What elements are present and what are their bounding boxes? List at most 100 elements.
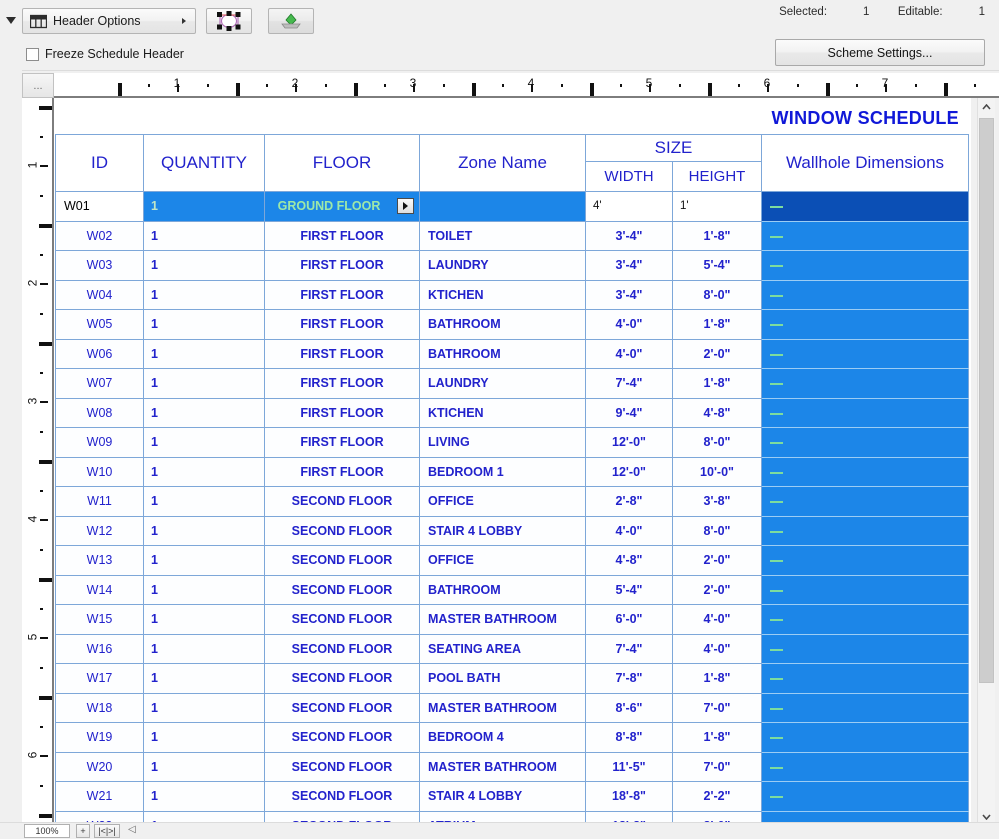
cell-wallhole[interactable]: [761, 515, 970, 546]
cell-id[interactable]: W10: [55, 456, 144, 487]
col-header-size[interactable]: SIZE: [584, 134, 763, 162]
cell-id[interactable]: W11: [55, 486, 144, 517]
cell-width[interactable]: 4'-0": [585, 515, 673, 546]
cell-zone-name[interactable]: TOILET: [419, 220, 586, 251]
cell-height[interactable]: 1'-8": [671, 220, 763, 251]
cell-height[interactable]: 2'-2": [671, 781, 763, 812]
place-object-button[interactable]: [268, 8, 314, 34]
cell-quantity[interactable]: 1: [143, 663, 265, 694]
cell-wallhole[interactable]: [761, 574, 970, 605]
cell-id[interactable]: W21: [55, 781, 144, 812]
cell-height[interactable]: 1'-8": [671, 368, 763, 399]
cell-height[interactable]: 1': [671, 191, 763, 222]
cell-zone-name[interactable]: LAUNDRY: [419, 250, 586, 281]
horizontal-scrollbar-thumb[interactable]: ◁: [128, 824, 136, 838]
cell-height[interactable]: 8'-0": [671, 427, 763, 458]
zoom-in-button[interactable]: +: [76, 824, 90, 838]
cell-floor[interactable]: GROUND FLOOR: [264, 191, 420, 222]
cell-width[interactable]: 9'-4": [585, 397, 673, 428]
cell-zone-name[interactable]: BATHROOM: [419, 574, 586, 605]
cell-height[interactable]: 2'-0": [671, 338, 763, 369]
ruler-origin-button[interactable]: ...: [22, 73, 54, 98]
cell-id[interactable]: W18: [55, 692, 144, 723]
cell-floor[interactable]: SECOND FLOOR: [264, 486, 420, 517]
cell-width[interactable]: 7'-8": [585, 663, 673, 694]
cell-quantity[interactable]: 1: [143, 545, 265, 576]
cell-id[interactable]: W02: [55, 220, 144, 251]
cell-zone-name[interactable]: BEDROOM 4: [419, 722, 586, 753]
cell-id[interactable]: W08: [55, 397, 144, 428]
cell-floor[interactable]: FIRST FLOOR: [264, 220, 420, 251]
zoom-nav-button[interactable]: |<|>|: [94, 824, 120, 838]
cell-id[interactable]: W07: [55, 368, 144, 399]
cell-quantity[interactable]: 1: [143, 456, 265, 487]
cell-id[interactable]: W16: [55, 633, 144, 664]
col-header-wallhole[interactable]: Wallhole Dimensions: [761, 134, 970, 192]
cell-height[interactable]: 1'-8": [671, 663, 763, 694]
cell-zone-name[interactable]: MASTER BATHROOM: [419, 751, 586, 782]
cell-floor[interactable]: FIRST FLOOR: [264, 427, 420, 458]
table-row[interactable]: W15 1 SECOND FLOOR MASTER BATHROOM 6'-0" 4'-0…: [55, 604, 970, 635]
cell-zone-name[interactable]: LIVING: [419, 427, 586, 458]
cell-height[interactable]: 10'-0": [671, 456, 763, 487]
col-header-quantity[interactable]: QUANTITY: [143, 134, 265, 192]
table-row[interactable]: W11 1 SECOND FLOOR OFFICE 2'-8" 3'-8": [55, 486, 970, 517]
table-row[interactable]: W10 1 FIRST FLOOR BEDROOM 1 12'-0" 10'-0": [55, 456, 970, 487]
table-row[interactable]: W12 1 SECOND FLOOR STAIR 4 LOBBY 4'-0" 8'-0": [55, 515, 970, 546]
cell-quantity[interactable]: 1: [143, 279, 265, 310]
cell-wallhole[interactable]: [761, 220, 970, 251]
cell-dropdown-button[interactable]: [397, 198, 414, 215]
cell-width[interactable]: 12'-0": [585, 456, 673, 487]
table-row[interactable]: W09 1 FIRST FLOOR LIVING 12'-0" 8'-0": [55, 427, 970, 458]
cell-width[interactable]: 7'-4": [585, 633, 673, 664]
cell-quantity[interactable]: 1: [143, 368, 265, 399]
cell-floor[interactable]: FIRST FLOOR: [264, 338, 420, 369]
cell-height[interactable]: 4'-8": [671, 397, 763, 428]
cell-id[interactable]: W12: [55, 515, 144, 546]
cell-height[interactable]: 5'-4": [671, 250, 763, 281]
cell-wallhole[interactable]: [761, 368, 970, 399]
cell-quantity[interactable]: 1: [143, 633, 265, 664]
cell-zone-name[interactable]: MASTER BATHROOM: [419, 604, 586, 635]
cell-zone-name[interactable]: STAIR 4 LOBBY: [419, 781, 586, 812]
cell-wallhole[interactable]: [761, 722, 970, 753]
cell-quantity[interactable]: 1: [143, 220, 265, 251]
cell-height[interactable]: 7'-0": [671, 751, 763, 782]
table-row[interactable]: W18 1 SECOND FLOOR MASTER BATHROOM 8'-6" 7'-0…: [55, 692, 970, 723]
cell-wallhole[interactable]: [761, 751, 970, 782]
cell-floor[interactable]: SECOND FLOOR: [264, 751, 420, 782]
col-header-floor[interactable]: FLOOR: [264, 134, 420, 192]
cell-height[interactable]: 8'-0": [671, 515, 763, 546]
cell-id[interactable]: W04: [55, 279, 144, 310]
vertical-scrollbar[interactable]: [977, 98, 995, 825]
vertical-ruler[interactable]: 1 2 3 4 5 6: [22, 98, 54, 839]
cell-floor[interactable]: FIRST FLOOR: [264, 397, 420, 428]
cell-quantity[interactable]: 1: [143, 486, 265, 517]
cell-wallhole[interactable]: [761, 781, 970, 812]
cell-id[interactable]: W06: [55, 338, 144, 369]
cell-zone-name[interactable]: OFFICE: [419, 545, 586, 576]
table-row[interactable]: W17 1 SECOND FLOOR POOL BATH 7'-8" 1'-8": [55, 663, 970, 694]
cell-quantity[interactable]: 1: [143, 515, 265, 546]
cell-wallhole[interactable]: [761, 545, 970, 576]
table-row[interactable]: W14 1 SECOND FLOOR BATHROOM 5'-4" 2'-0": [55, 574, 970, 605]
horizontal-scrollbar[interactable]: 100% + |<|>| ◁: [0, 822, 999, 839]
cell-floor[interactable]: FIRST FLOOR: [264, 309, 420, 340]
cell-floor[interactable]: SECOND FLOOR: [264, 692, 420, 723]
cell-height[interactable]: 8'-0": [671, 279, 763, 310]
checkbox-box[interactable]: [26, 47, 39, 61]
cell-wallhole[interactable]: [761, 633, 970, 664]
cell-height[interactable]: 4'-0": [671, 604, 763, 635]
table-row[interactable]: W03 1 FIRST FLOOR LAUNDRY 3'-4" 5'-4": [55, 250, 970, 281]
cell-height[interactable]: 1'-8": [671, 309, 763, 340]
cell-id[interactable]: W20: [55, 751, 144, 782]
cell-width[interactable]: 7'-4": [585, 368, 673, 399]
table-row[interactable]: W07 1 FIRST FLOOR LAUNDRY 7'-4" 1'-8": [55, 368, 970, 399]
cell-width[interactable]: 4': [585, 191, 673, 222]
table-row[interactable]: W08 1 FIRST FLOOR KTICHEN 9'-4" 4'-8": [55, 397, 970, 428]
table-row[interactable]: W06 1 FIRST FLOOR BATHROOM 4'-0" 2'-0": [55, 338, 970, 369]
horizontal-ruler[interactable]: 1 2 3 4 5 6 7: [54, 73, 999, 98]
cell-floor[interactable]: SECOND FLOOR: [264, 574, 420, 605]
cell-wallhole[interactable]: [761, 397, 970, 428]
cell-floor[interactable]: SECOND FLOOR: [264, 604, 420, 635]
